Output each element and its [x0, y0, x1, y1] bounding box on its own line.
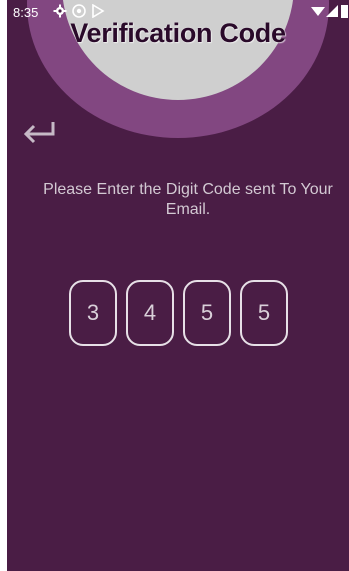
wifi-icon: [311, 4, 325, 18]
code-digit-box-4[interactable]: 5: [240, 280, 288, 346]
code-digit-box-2[interactable]: 4: [126, 280, 174, 346]
signal-icon: [325, 4, 339, 18]
back-button[interactable]: [21, 114, 61, 146]
verification-screen: 8:35 Verification Code Please Enter the …: [7, 0, 349, 571]
code-digit-box-1[interactable]: 3: [69, 280, 117, 346]
cast-icon: [72, 4, 86, 18]
code-digit-box-3[interactable]: 5: [183, 280, 231, 346]
code-input-row: 3 4 5 5: [69, 280, 299, 346]
battery-icon: [340, 4, 349, 18]
page-title: Verification Code: [70, 18, 286, 48]
return-arrow-icon: [23, 122, 55, 144]
play-store-icon: [91, 3, 105, 19]
instruction-text: Please Enter the Digit Code sent To Your…: [43, 181, 333, 218]
gear-icon: [53, 4, 67, 18]
